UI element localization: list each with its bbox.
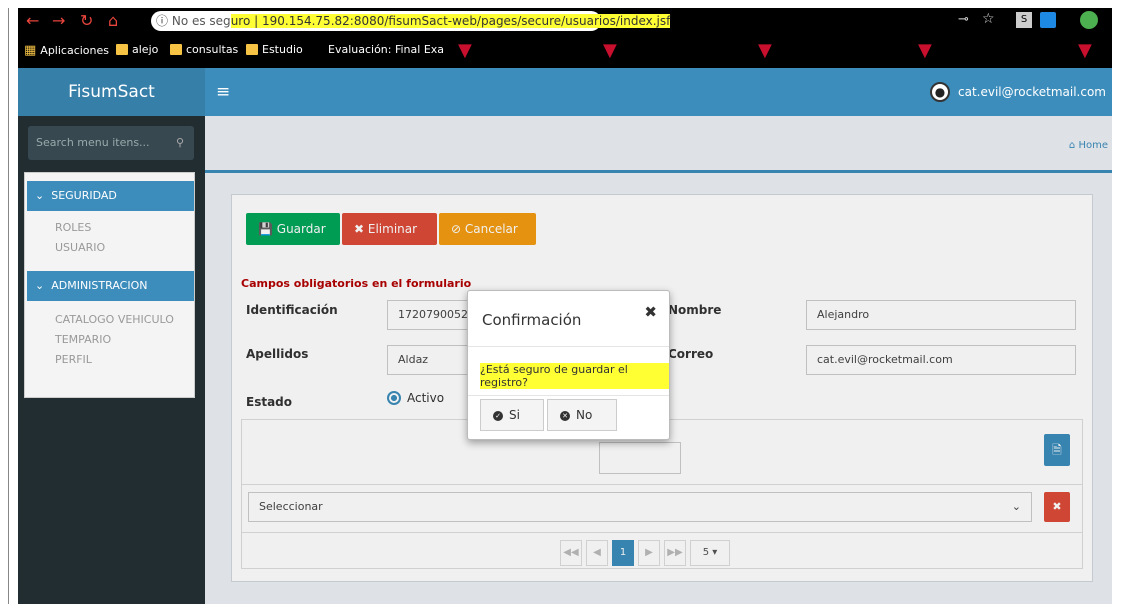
- confirm-yes-button[interactable]: ✓ Si: [480, 399, 544, 431]
- address-bar[interactable]: ⓘ No es seguro | 190.154.75.82:8080/fisu…: [151, 11, 671, 31]
- bookmark-estudio[interactable]: Estudio: [246, 43, 303, 56]
- extension-camera-icon[interactable]: [1040, 12, 1056, 28]
- theme-decoration-icon: ▼: [918, 40, 932, 61]
- sidebar-section-administracion[interactable]: ⌄ ADMINISTRACION: [27, 271, 194, 301]
- check-circle-icon: ✓: [493, 410, 503, 421]
- bookmark-label: Evaluación: Final Exa: [328, 43, 445, 56]
- bookmark-alejo[interactable]: alejo: [116, 43, 158, 56]
- user-email: cat.evil@rocketmail.com: [958, 85, 1106, 99]
- sidebar-item-catalogo-vehiculo[interactable]: CATALOGO VEHICULO: [55, 313, 174, 326]
- bookmark-label: Aplicaciones: [40, 44, 110, 57]
- home-icon[interactable]: ⌂: [108, 11, 118, 31]
- folder-icon: [170, 44, 182, 55]
- bookmark-label: alejo: [132, 43, 159, 56]
- user-avatar-icon: ●: [930, 82, 950, 102]
- search-icon[interactable]: ⚲: [176, 126, 184, 160]
- no-label: No: [576, 408, 593, 422]
- back-icon[interactable]: ←: [26, 11, 39, 31]
- sidebar-item-roles[interactable]: ROLES: [55, 221, 91, 234]
- sidebar-item-usuario[interactable]: USUARIO: [55, 241, 105, 254]
- user-menu[interactable]: ● cat.evil@rocketmail.com: [930, 82, 1106, 102]
- star-icon[interactable]: ☆: [982, 11, 995, 27]
- search-input[interactable]: Search menu itens... ⚲: [28, 126, 194, 160]
- apps-grid-icon: ▦: [24, 43, 37, 58]
- section-label: ADMINISTRACION: [51, 279, 148, 292]
- theme-decoration-icon: ▼: [1078, 40, 1092, 61]
- profile-avatar-icon[interactable]: [1080, 11, 1098, 29]
- sidebar: Search menu itens... ⚲ ⌄ SEGURIDAD ROLES…: [18, 116, 205, 604]
- sidebar-menu: ⌄ SEGURIDAD ROLES USUARIO ⌄ ADMINISTRACI…: [24, 172, 195, 398]
- dialog-title: Confirmación: [482, 311, 582, 329]
- reload-icon[interactable]: ↻: [80, 11, 93, 31]
- extension-s-icon[interactable]: S: [1016, 12, 1032, 28]
- forward-icon[interactable]: →: [52, 11, 65, 31]
- bookmark-evaluacion[interactable]: Evaluación: Final Exa: [328, 43, 444, 56]
- key-icon[interactable]: ⊸: [958, 12, 969, 27]
- bookmark-apps[interactable]: ▦ Aplicaciones: [24, 43, 109, 58]
- folder-icon: [246, 44, 258, 55]
- theme-decoration-icon: ▼: [603, 40, 617, 61]
- confirm-dialog: Confirmación ✖ ¿Está seguro de guardar e…: [467, 290, 670, 440]
- sidebar-item-perfil[interactable]: PERFIL: [55, 353, 92, 366]
- browser-toolbar: ← → ↻ ⌂ ⓘ No es seguro | 190.154.75.82:8…: [18, 8, 1112, 34]
- chevron-down-icon: ⌄: [35, 279, 45, 292]
- url-path: :8080/fisumSact-web/pages/secure/usuario…: [349, 14, 671, 28]
- window-border: [8, 8, 9, 604]
- sidebar-section-seguridad[interactable]: ⌄ SEGURIDAD: [27, 181, 194, 211]
- url-text: uro | 190.154.75.82:8080/fisumSact-web/p…: [230, 14, 671, 28]
- dialog-divider: [468, 395, 669, 396]
- chevron-down-icon: ⌄: [35, 189, 45, 202]
- bookmark-label: Estudio: [262, 43, 303, 56]
- sidebar-item-tempario[interactable]: TEMPARIO: [55, 333, 111, 346]
- bookmark-consultas[interactable]: consultas: [170, 43, 238, 56]
- info-icon: ⓘ: [156, 14, 169, 28]
- folder-icon: [116, 44, 128, 55]
- bookmarks-bar: ▦ Aplicaciones alejo consultas Estudio E…: [18, 34, 1112, 68]
- confirm-no-button[interactable]: ✕ No: [547, 399, 617, 431]
- search-placeholder: Search menu itens...: [36, 136, 150, 149]
- bookmark-label: consultas: [186, 43, 239, 56]
- theme-decoration-icon: ▼: [458, 40, 472, 61]
- yes-label: Si: [509, 408, 520, 422]
- dialog-message: ¿Está seguro de guardar el registro?: [480, 363, 669, 389]
- brand-logo[interactable]: FisumSact: [18, 68, 205, 116]
- url-host: 190.154.75.82: [261, 14, 350, 28]
- times-circle-icon: ✕: [560, 410, 570, 421]
- theme-decoration-icon: ▼: [758, 40, 772, 61]
- security-warning: No es seg: [171, 14, 231, 28]
- section-label: SEGURIDAD: [51, 189, 117, 202]
- dialog-divider: [468, 346, 669, 347]
- menu-toggle-icon[interactable]: ≡: [216, 82, 230, 102]
- close-icon[interactable]: ✖: [644, 303, 657, 321]
- app-header: FisumSact ≡ ● cat.evil@rocketmail.com: [18, 68, 1112, 116]
